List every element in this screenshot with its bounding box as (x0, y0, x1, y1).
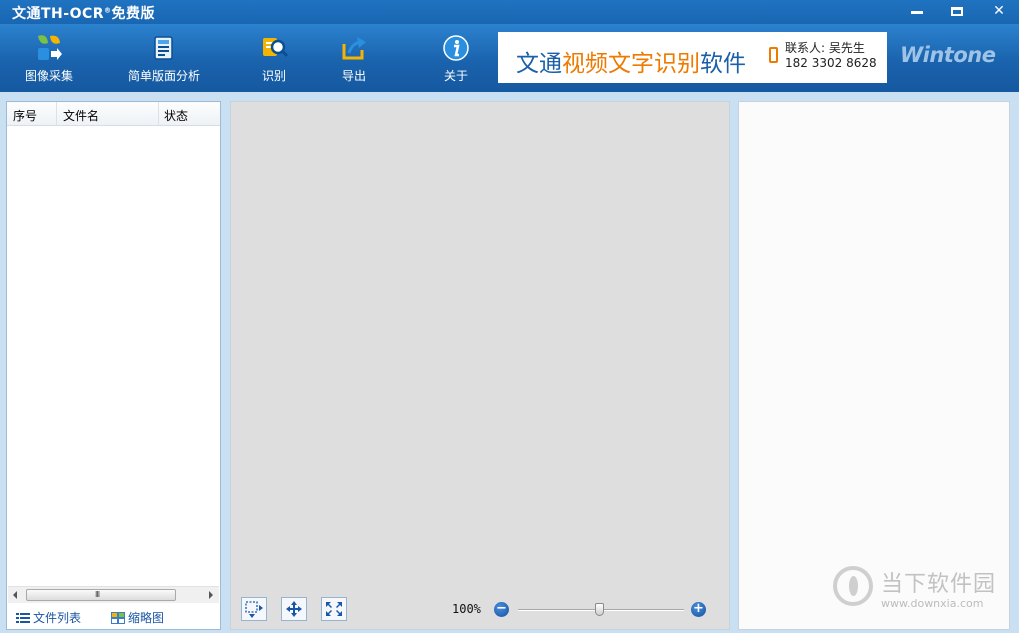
layout-analysis-button[interactable]: 简单版面分析 (122, 24, 206, 92)
recognize-label: 识别 (261, 69, 286, 83)
scroll-left-icon[interactable] (13, 591, 17, 599)
about-button[interactable]: 关于 (434, 24, 478, 92)
watermark-logo-icon (833, 566, 873, 606)
title-bar: 文通TH-OCR®免费版 ✕ (0, 0, 1019, 24)
info-icon (443, 35, 469, 61)
ad-contact-name: 联系人: 吴先生 (785, 41, 865, 55)
ad-banner[interactable]: 文通视频文字识别软件 联系人: 吴先生 182 3302 8628 (498, 32, 887, 83)
scroll-right-icon[interactable] (209, 591, 213, 599)
column-header-status[interactable]: 状态 (164, 107, 188, 124)
file-list-panel: 序号 文件名 状态 III 文件列表 缩略图 (6, 101, 221, 630)
ad-headline-part3: 软件 (700, 51, 746, 77)
watermark-text: 当下软件园 (881, 572, 997, 597)
fit-window-button[interactable] (321, 597, 347, 621)
export-icon (342, 37, 366, 60)
ad-contact-phone: 182 3302 8628 (785, 56, 877, 70)
horizontal-scrollbar[interactable]: III (8, 586, 219, 603)
layout-analysis-icon (154, 36, 173, 60)
maximize-icon (951, 7, 963, 16)
minimize-button[interactable] (906, 3, 928, 21)
fit-window-icon (326, 602, 342, 616)
ad-headline-part1: 文通 (516, 51, 562, 77)
tab-file-list[interactable]: 文件列表 (16, 609, 81, 626)
select-region-icon (245, 601, 263, 618)
file-list-header: 序号 文件名 状态 (7, 102, 220, 126)
select-region-button[interactable] (241, 597, 267, 621)
window-title: 文通TH-OCR®免费版 (12, 3, 155, 23)
pan-icon (286, 601, 302, 617)
tab-thumbnail-label: 缩略图 (128, 611, 165, 625)
registered-mark: ® (104, 6, 112, 15)
watermark: 当下软件园 www.downxia.com (833, 564, 1013, 614)
ad-headline: 文通视频文字识别软件 (516, 44, 746, 78)
export-label: 导出 (341, 69, 366, 83)
brand-logo: Wintone (900, 43, 996, 67)
scroll-grip-icon: III (95, 590, 100, 599)
ad-headline-part2: 视频文字识别 (562, 51, 700, 77)
thumbnail-icon (111, 612, 125, 624)
app-name: 文通TH-OCR (12, 6, 105, 22)
pan-button[interactable] (281, 597, 307, 621)
image-capture-icon (38, 35, 62, 60)
scroll-thumb[interactable]: III (26, 589, 176, 601)
recognize-button[interactable]: 识别 (252, 24, 296, 92)
maximize-button[interactable] (946, 3, 968, 21)
minimize-icon (911, 11, 923, 14)
tab-thumbnail[interactable]: 缩略图 (111, 609, 164, 626)
watermark-url: www.downxia.com (881, 597, 984, 610)
column-divider (56, 102, 57, 125)
zoom-in-button[interactable]: + (691, 602, 706, 617)
about-label: 关于 (443, 69, 468, 83)
recognize-icon (263, 38, 288, 58)
zoom-slider-thumb[interactable] (595, 603, 604, 616)
view-tabs: 文件列表 缩略图 (8, 604, 219, 629)
phone-icon (769, 47, 778, 63)
column-header-index[interactable]: 序号 (13, 107, 37, 124)
column-header-filename[interactable]: 文件名 (63, 107, 99, 124)
zoom-level: 100% (452, 602, 481, 616)
image-view-panel[interactable]: 100% − + (230, 101, 730, 630)
image-capture-button[interactable]: 图像采集 (14, 24, 84, 92)
layout-analysis-label: 简单版面分析 (127, 69, 200, 83)
tab-file-list-label: 文件列表 (33, 611, 82, 625)
column-divider (158, 102, 159, 125)
close-button[interactable]: ✕ (988, 3, 1010, 21)
main-toolbar: 图像采集 简单版面分析 识别 导出 关于 文通视频文字识别软件 联系人: 吴先生… (0, 24, 1019, 92)
close-icon: ✕ (993, 3, 1005, 19)
export-button[interactable]: 导出 (330, 24, 378, 92)
zoom-out-button[interactable]: − (494, 602, 509, 617)
result-text-panel[interactable] (738, 101, 1010, 630)
list-icon (16, 613, 30, 623)
ad-contact: 联系人: 吴先生 182 3302 8628 (785, 41, 877, 71)
edition-label: 免费版 (111, 6, 156, 22)
image-capture-label: 图像采集 (24, 69, 73, 83)
